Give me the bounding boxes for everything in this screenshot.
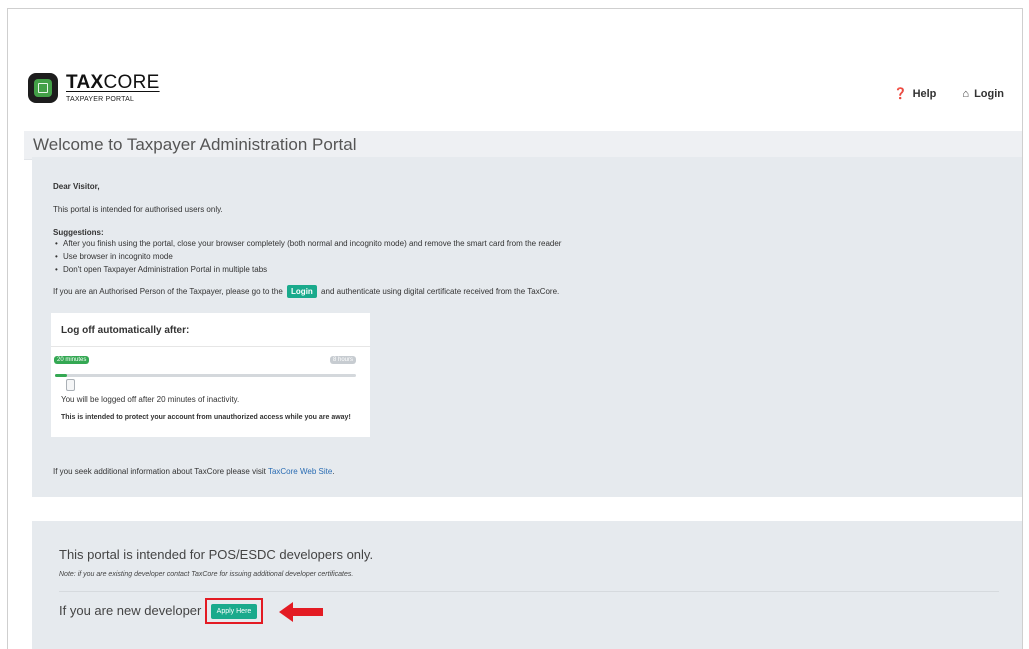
new-developer-text: If you are new developer — [59, 603, 202, 618]
title-bar: Welcome to Taxpayer Administration Porta… — [24, 131, 1022, 160]
developer-divider — [59, 591, 999, 592]
logo-subtitle: TAXPAYER PORTAL — [66, 96, 135, 103]
taxcore-website-link[interactable]: TaxCore Web Site — [268, 467, 332, 476]
logoff-slider-track[interactable] — [55, 374, 356, 377]
suggestion-item: Use browser in incognito mode — [55, 252, 173, 261]
question-circle-icon: ❓ — [893, 88, 908, 100]
left-arrow-icon — [279, 602, 323, 622]
suggestion-item: After you finish using the portal, close… — [55, 239, 561, 248]
apply-button-highlight: Apply Here — [205, 598, 263, 624]
help-link[interactable]: ❓ Help — [893, 87, 937, 101]
card-divider — [51, 346, 370, 347]
taxcore-logo[interactable]: TAXCORE TAXPAYER PORTAL — [28, 73, 160, 103]
apply-here-button[interactable]: Apply Here — [210, 603, 258, 619]
intro-text: This portal is intended for authorised u… — [53, 205, 223, 214]
slider-min-badge: 20 minutes — [54, 356, 90, 364]
slider-max-badge: 8 hours — [329, 356, 356, 364]
greeting: Dear Visitor, — [53, 182, 100, 191]
auth-instructions: If you are an Authorised Person of the T… — [53, 285, 560, 298]
top-nav: ❓ Help ⌂ Login — [893, 87, 1004, 101]
logoff-status: You will be logged off after 20 minutes … — [61, 395, 240, 404]
header: TAXCORE TAXPAYER PORTAL ❓ Help ⌂ Login — [8, 9, 1022, 129]
logoff-card: Log off automatically after: 20 minutes … — [51, 313, 370, 437]
login-link[interactable]: ⌂ Login — [962, 87, 1004, 100]
more-info-text: If you seek additional information about… — [53, 467, 335, 476]
taxcore-logo-icon — [28, 73, 58, 103]
developer-title: This portal is intended for POS/ESDC dev… — [59, 547, 374, 562]
page-title: Welcome to Taxpayer Administration Porta… — [33, 135, 357, 154]
browser-page: TAXCORE TAXPAYER PORTAL ❓ Help ⌂ Login W… — [7, 8, 1023, 649]
logoff-slider-fill — [55, 374, 68, 377]
logoff-title: Log off automatically after: — [61, 325, 190, 336]
visitor-info-panel: Dear Visitor, This portal is intended fo… — [32, 157, 1022, 497]
logo-title: TAXCORE — [66, 72, 160, 93]
logoff-slider-handle[interactable] — [66, 379, 75, 391]
logoff-note: This is intended to protect your account… — [61, 414, 351, 421]
developer-panel: This portal is intended for POS/ESDC dev… — [32, 521, 1022, 649]
suggestions-heading: Suggestions: — [53, 228, 104, 237]
home-icon: ⌂ — [962, 87, 970, 100]
developer-note: Note: if you are existing developer cont… — [59, 571, 354, 578]
inline-login-button[interactable]: Login — [287, 285, 317, 298]
suggestion-item: Don't open Taxpayer Administration Porta… — [55, 265, 267, 274]
